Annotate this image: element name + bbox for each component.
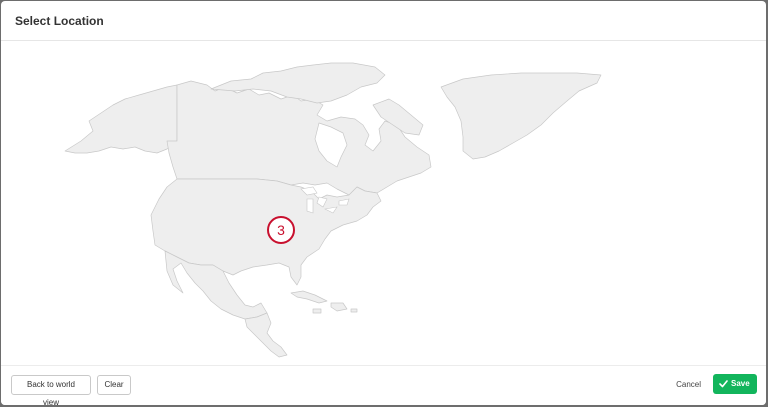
north-america-map[interactable]: 3 bbox=[1, 41, 766, 366]
map-area[interactable]: 3 bbox=[1, 41, 766, 366]
region-greenland[interactable] bbox=[440, 72, 602, 160]
region-alaska[interactable] bbox=[64, 84, 178, 154]
region-central-america[interactable] bbox=[244, 312, 288, 358]
dialog-title: Select Location bbox=[15, 14, 104, 28]
clear-button[interactable]: Clear bbox=[97, 375, 131, 395]
save-label: Save bbox=[731, 379, 750, 388]
back-to-world-view-button[interactable]: Back to world view bbox=[11, 375, 91, 405]
region-jamaica[interactable] bbox=[312, 308, 322, 314]
region-hispaniola[interactable] bbox=[330, 302, 348, 312]
dialog-footer: Back to world view Clear Cancel Save bbox=[1, 365, 766, 405]
check-icon bbox=[719, 380, 728, 388]
save-button[interactable]: Save bbox=[713, 374, 757, 394]
marker-count: 3 bbox=[277, 222, 285, 238]
location-marker[interactable]: 3 bbox=[267, 216, 295, 244]
cancel-button[interactable]: Cancel bbox=[676, 380, 701, 389]
region-puerto-rico[interactable] bbox=[350, 308, 358, 313]
dialog-header: Select Location bbox=[1, 1, 766, 41]
region-cuba[interactable] bbox=[290, 290, 328, 304]
select-location-dialog: Select Location 3 Back to world view Cle… bbox=[1, 1, 766, 405]
